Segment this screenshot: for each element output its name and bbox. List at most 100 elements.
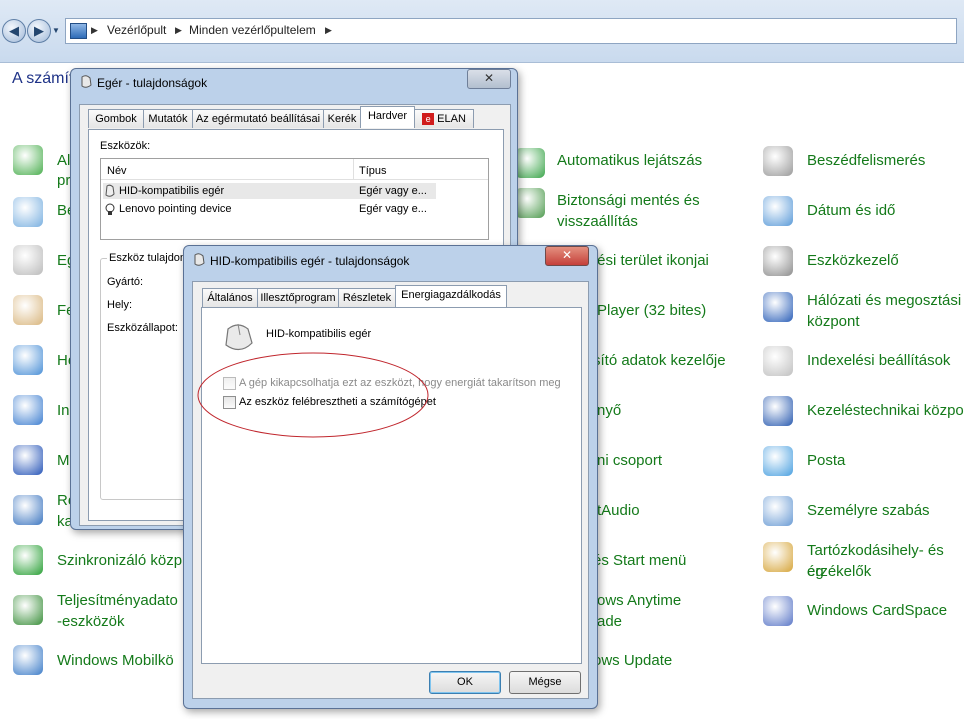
table-row[interactable]: Lenovo pointing device Egér vagy e... [103, 201, 436, 217]
control-panel-item[interactable]: Teljesítményadato [57, 590, 178, 611]
control-panel-item[interactable]: Szinkronizáló közp [57, 550, 182, 571]
page-heading: A számít [12, 70, 74, 87]
column-divider [353, 159, 354, 179]
control-panel-item[interactable]: ade [597, 611, 622, 632]
index-icon [763, 346, 793, 376]
control-panel-item[interactable]: visszaállítás [557, 211, 638, 232]
back-button[interactable]: ◀ [2, 19, 26, 43]
control-panel-item[interactable]: központ [807, 311, 860, 332]
control-panel-item[interactable]: Hálózati és megosztási [807, 290, 961, 311]
highlight-ellipse [197, 352, 429, 438]
control-panel-item[interactable]: ni csoport [597, 450, 662, 471]
tab-power-management[interactable]: Energiagazdálkodás [395, 285, 507, 307]
control-panel-item-icon [13, 345, 43, 375]
mail-icon [763, 446, 793, 476]
breadcrumb-arrow-icon[interactable]: ▶ [91, 25, 98, 36]
pointing-device-icon [105, 203, 115, 215]
device-status-label: Eszközállapot: [107, 322, 178, 334]
control-panel-item[interactable]: Beszédfelismerés [807, 150, 925, 171]
control-panel-item-icon [13, 595, 43, 625]
control-panel-item[interactable]: és Start menü [593, 550, 686, 571]
control-panel-item[interactable]: Biztonsági mentés és [557, 190, 700, 211]
control-panel-item[interactable]: sító adatok kezelője [593, 350, 726, 371]
control-panel-item-icon [13, 495, 43, 525]
control-panel-item[interactable]: Windows Mobilkö [57, 650, 174, 671]
control-panel-item-icon [13, 145, 43, 175]
control-panel-item-icon [13, 395, 43, 425]
table-row-selected[interactable]: HID-kompatibilis egér Egér vagy e... [103, 183, 436, 199]
device-type: Egér vagy e... [359, 203, 427, 215]
control-panel-item[interactable]: tési terület ikonjai [593, 250, 709, 271]
tab-elan-label: ELAN [437, 113, 466, 125]
control-panel-item[interactable]: Személyre szabás [807, 500, 930, 521]
control-panel-item[interactable]: In [57, 400, 70, 421]
mouse-icon [105, 184, 115, 197]
hid-properties-dialog: HID-kompatibilis egér - tulajdonságok ✕ … [183, 245, 598, 709]
location-icon [763, 542, 793, 572]
breadcrumb-arrow-icon[interactable]: ▶ [175, 25, 182, 36]
tab-mutatok[interactable]: Mutatók [143, 109, 193, 128]
control-panel-item[interactable]: Player (32 bites) [597, 300, 706, 321]
breadcrumb-arrow-icon[interactable]: ▶ [325, 25, 332, 36]
ok-button[interactable]: OK [429, 671, 501, 694]
mouse-icon [225, 323, 253, 351]
dialog-title: Egér - tulajdonságok [97, 76, 208, 90]
device-name-label: HID-kompatibilis egér [266, 328, 372, 340]
calendar-icon [763, 196, 793, 226]
devices-label: Eszközök: [100, 140, 151, 152]
control-panel-item[interactable]: Eszközkezelő [807, 250, 899, 271]
personalize-icon [763, 496, 793, 526]
breadcrumb-all-items[interactable]: Minden vezérlőpultelem [189, 23, 316, 37]
control-panel-item[interactable]: Windows CardSpace [807, 600, 947, 621]
tab-gombok[interactable]: Gombok [88, 109, 144, 128]
mouse-icon [81, 75, 92, 88]
manufacturer-label: Gyártó: [107, 276, 144, 288]
control-panel-item[interactable]: ows Anytime [597, 590, 681, 611]
history-dropdown-icon[interactable]: ▼ [52, 26, 60, 35]
control-panel-item-icon [13, 545, 43, 575]
close-button[interactable]: ✕ [467, 69, 511, 89]
control-panel-item-icon [13, 445, 43, 475]
forward-button[interactable]: ▶ [27, 19, 51, 43]
control-panel-item[interactable]: nyő [597, 400, 621, 421]
control-panel-item-icon [13, 245, 43, 275]
explorer-toolbar: ◀ ▶ ▼ ▶ Vezérlőpult ▶ Minden vezérlőpult… [0, 0, 964, 63]
control-panel-item[interactable]: Posta [807, 450, 845, 471]
control-panel-item[interactable]: Automatikus lejátszás [557, 150, 702, 171]
list-header [101, 159, 488, 180]
control-panel-item[interactable]: ows Update [593, 650, 672, 671]
column-type[interactable]: Típus [359, 165, 387, 177]
network-icon [763, 292, 793, 322]
tab-details[interactable]: Részletek [338, 288, 396, 307]
device-name: Lenovo pointing device [119, 203, 232, 215]
address-bar[interactable]: ▶ Vezérlőpult ▶ Minden vezérlőpultelem ▶ [65, 18, 957, 44]
tab-driver[interactable]: Illesztőprogram [257, 288, 339, 307]
mouse-icon [194, 253, 205, 266]
control-panel-item[interactable]: tAudio [597, 500, 640, 521]
tab-kerek[interactable]: Kerék [323, 109, 361, 128]
control-panel-item[interactable]: Al [57, 150, 70, 171]
control-panel-item[interactable]: Kezeléstechnikai közpo [807, 400, 964, 421]
accessibility-icon [763, 396, 793, 426]
breadcrumb-control-panel[interactable]: Vezérlőpult [107, 23, 166, 37]
close-button[interactable]: ✕ [545, 246, 589, 266]
device-properties-legend: Eszköz tulajdon [107, 252, 189, 264]
tab-elan[interactable]: e ELAN [414, 109, 474, 128]
dialog-body: Általános Illesztőprogram Részletek Ener… [192, 281, 589, 699]
cancel-button[interactable]: Mégse [509, 671, 581, 694]
autoplay-icon [515, 148, 545, 178]
tab-pointer-options[interactable]: Az egérmutató beállításai [192, 109, 324, 128]
tab-altalanos[interactable]: Általános [202, 288, 258, 307]
backup-restore-icon [515, 188, 545, 218]
tab-hardver[interactable]: Hardver [360, 106, 415, 128]
control-panel-item[interactable]: Dátum és idő [807, 200, 895, 221]
control-panel-item[interactable]: -eszközök [57, 611, 125, 632]
control-panel-icon [70, 23, 87, 39]
control-panel-item[interactable]: pr [57, 170, 70, 191]
device-type: Egér vagy e... [359, 185, 427, 197]
control-panel-item[interactable]: érzékelők [807, 561, 871, 582]
microphone-icon [763, 146, 793, 176]
control-panel-item[interactable]: M [57, 450, 70, 471]
control-panel-item[interactable]: Indexelési beállítások [807, 350, 950, 371]
column-name[interactable]: Név [107, 165, 127, 177]
